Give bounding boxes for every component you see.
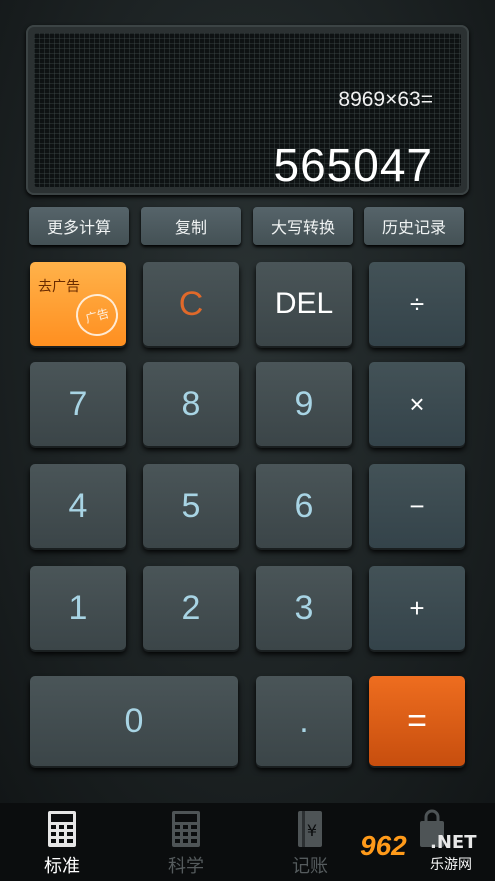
ad-badge-icon: 广告 xyxy=(71,289,123,341)
divide-button[interactable]: ÷ xyxy=(369,262,465,346)
digit-2-button[interactable]: 2 xyxy=(143,566,239,650)
tab-scientific-label: 科学 xyxy=(168,856,204,877)
calculator-body: 8969×63= 565047 更多计算 复制 大写转换 历史记录 去广告 广告… xyxy=(0,0,495,803)
digit-4-button[interactable]: 4 xyxy=(30,464,126,548)
remove-ads-button[interactable]: 去广告 广告 xyxy=(30,262,126,346)
watermark-site: 乐游网 xyxy=(430,857,472,873)
tab-standard-label: 标准 xyxy=(44,856,80,877)
tab-bookkeeping-label: 记账 xyxy=(292,856,328,877)
result-text: 565047 xyxy=(273,139,433,191)
uppercase-convert-button[interactable]: 大写转换 xyxy=(253,207,353,245)
tab-standard[interactable]: 标准 xyxy=(12,809,112,879)
minus-button[interactable]: − xyxy=(369,464,465,548)
scientific-calculator-icon xyxy=(172,811,200,847)
equals-button[interactable]: = xyxy=(369,676,465,766)
clear-button[interactable]: C xyxy=(143,262,239,346)
copy-button[interactable]: 复制 xyxy=(141,207,241,245)
watermark-net: .NET xyxy=(430,832,477,853)
decimal-point-button[interactable]: . xyxy=(256,676,352,766)
digit-0-button[interactable]: 0 xyxy=(30,676,238,766)
tab-bookkeeping[interactable]: ¥ 记账 xyxy=(260,809,360,879)
digit-8-button[interactable]: 8 xyxy=(143,362,239,446)
digit-5-button[interactable]: 5 xyxy=(143,464,239,548)
digit-6-button[interactable]: 6 xyxy=(256,464,352,548)
watermark-logo: 962 .NET 乐游网 xyxy=(360,830,490,876)
digit-9-button[interactable]: 9 xyxy=(256,362,352,446)
multiply-button[interactable]: × xyxy=(369,362,465,446)
svg-text:¥: ¥ xyxy=(307,821,317,840)
expression-text: 8969×63= xyxy=(338,88,433,111)
watermark-number: 962 xyxy=(360,830,407,861)
tab-scientific[interactable]: 科学 xyxy=(136,809,236,879)
more-calculations-button[interactable]: 更多计算 xyxy=(29,207,129,245)
delete-button[interactable]: DEL xyxy=(256,262,352,346)
plus-button[interactable]: + xyxy=(369,566,465,650)
history-button[interactable]: 历史记录 xyxy=(364,207,464,245)
remove-ads-label: 去广告 xyxy=(38,278,80,294)
calculator-icon xyxy=(48,811,76,847)
digit-3-button[interactable]: 3 xyxy=(256,566,352,650)
yen-ledger-icon: ¥ xyxy=(298,811,322,847)
digit-7-button[interactable]: 7 xyxy=(30,362,126,446)
digit-1-button[interactable]: 1 xyxy=(30,566,126,650)
display-panel: 8969×63= 565047 xyxy=(26,25,469,195)
